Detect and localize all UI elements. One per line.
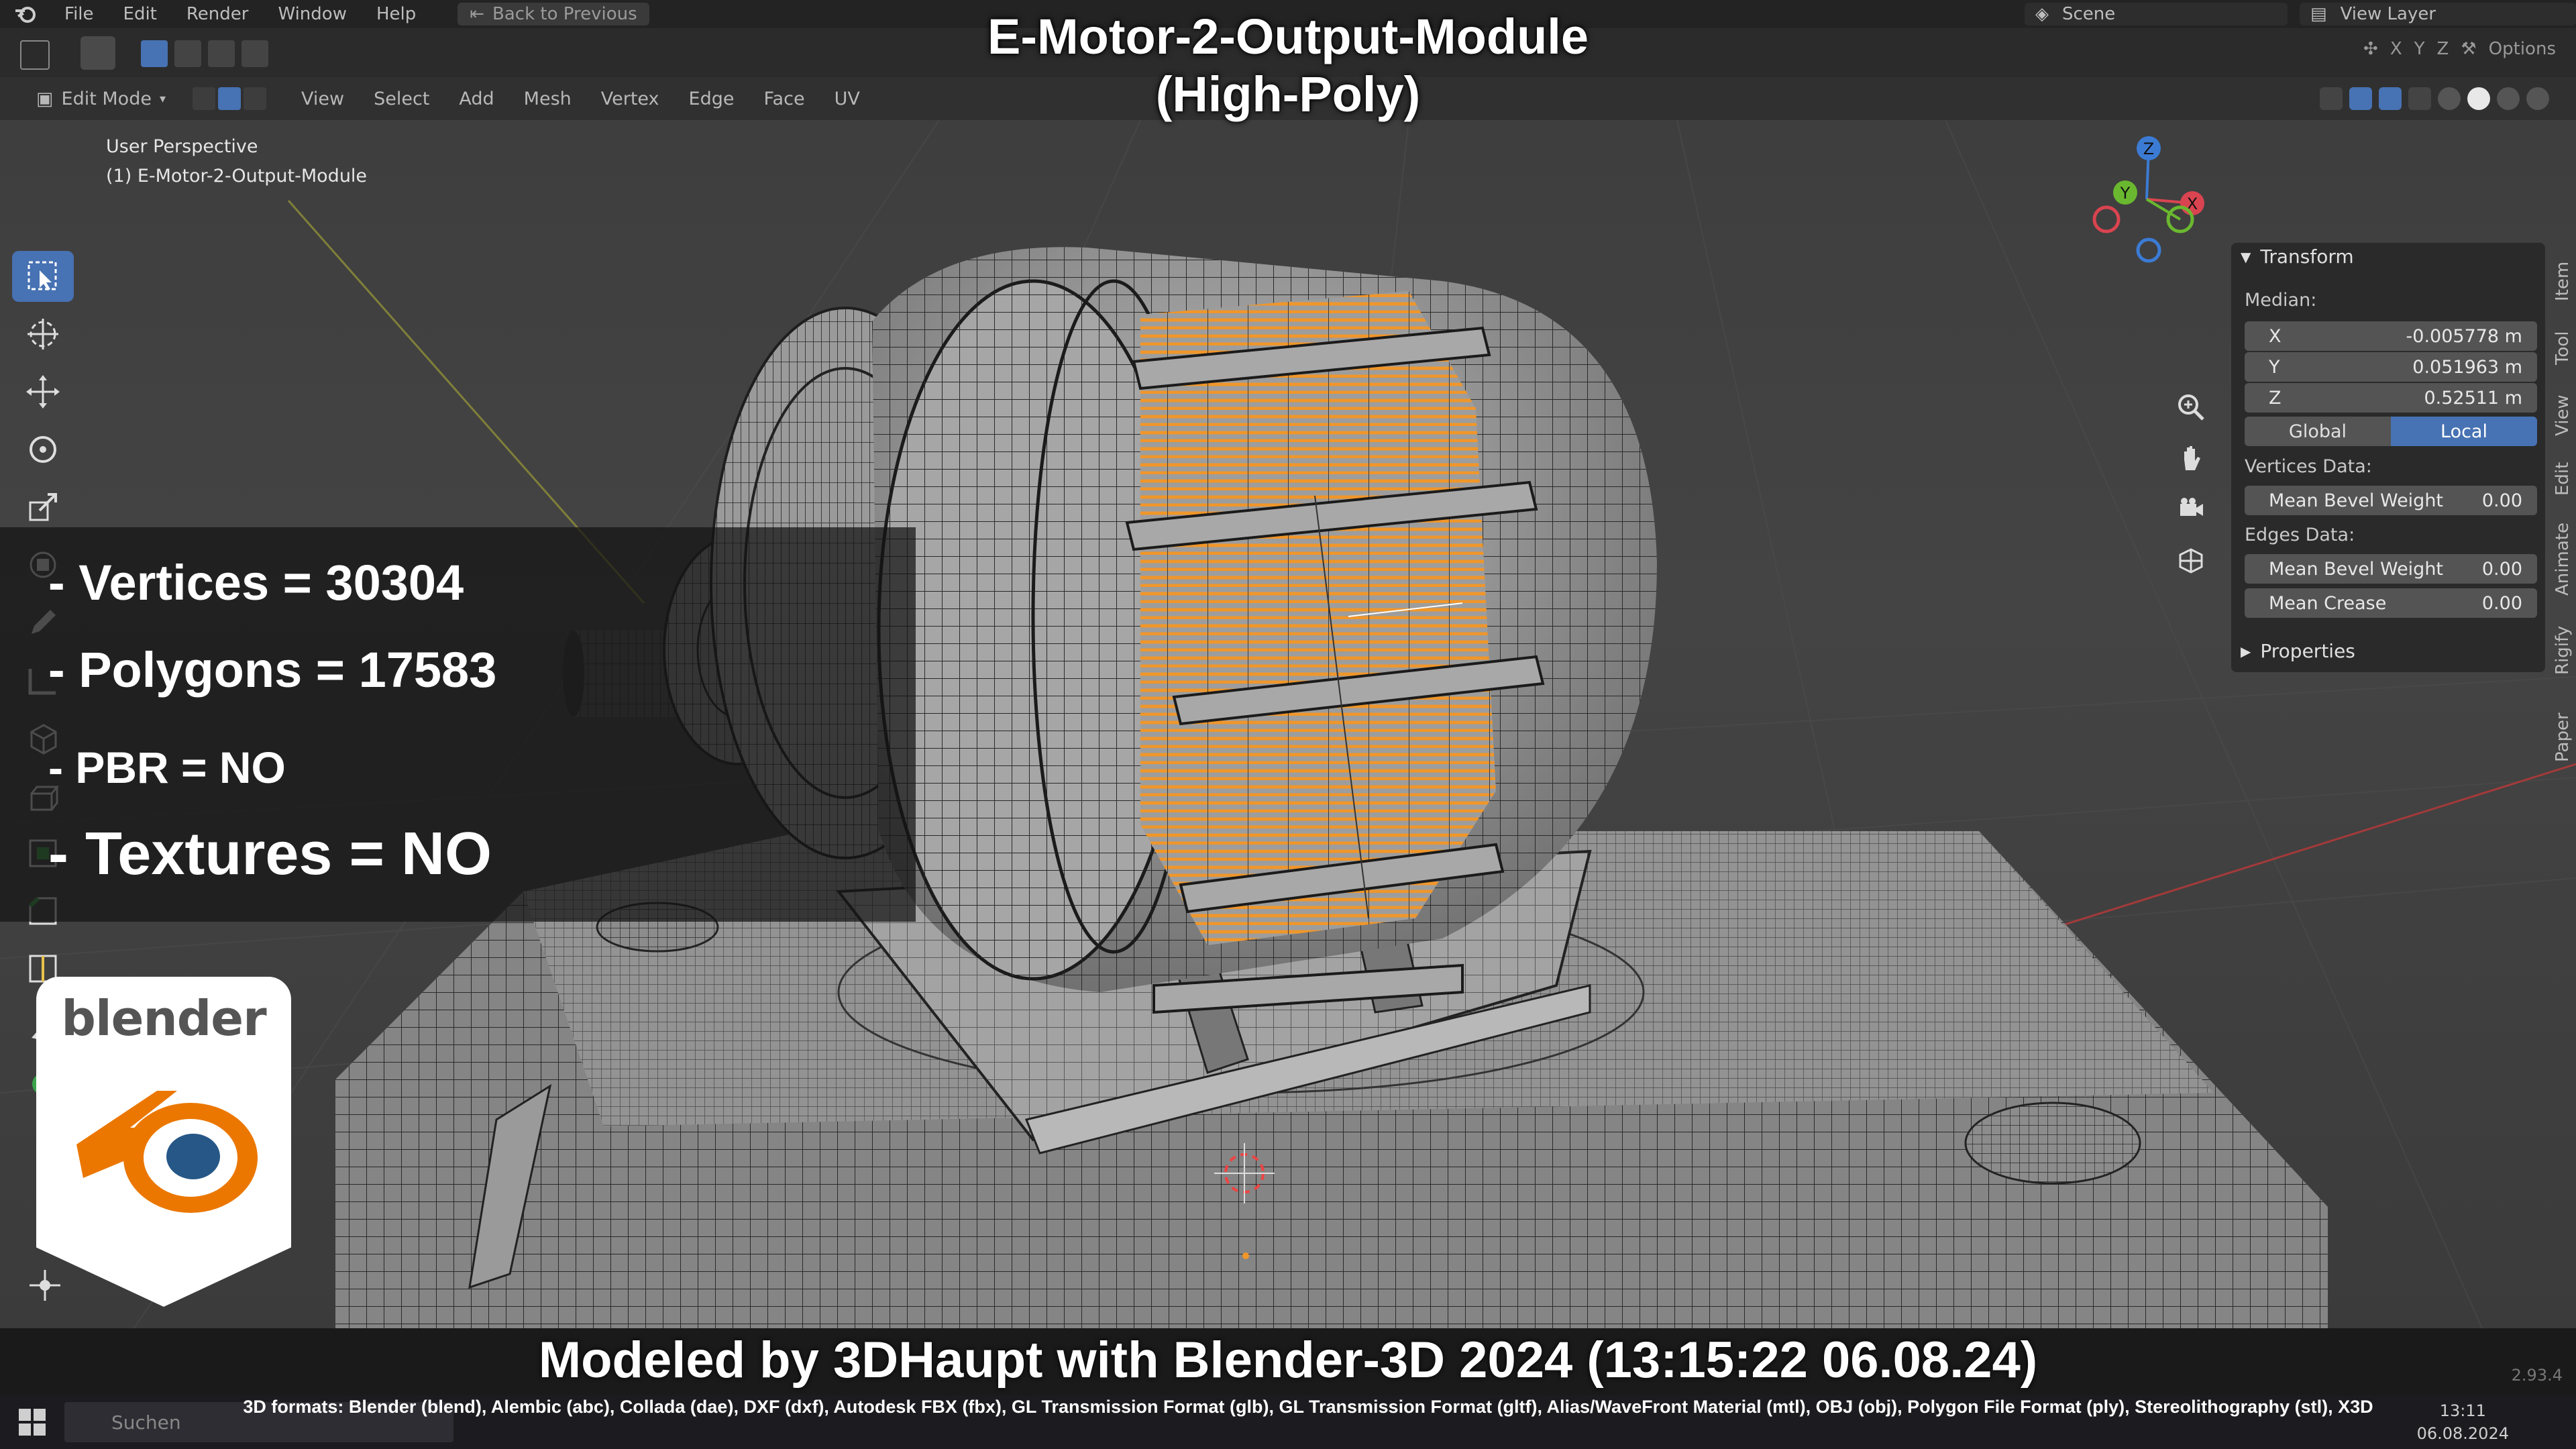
transform-section-header[interactable]: ▼ Transform xyxy=(2241,246,2354,268)
tab-view[interactable]: View xyxy=(2549,388,2576,442)
camera-icon[interactable] xyxy=(2172,494,2210,525)
tab-tool[interactable]: Tool xyxy=(2549,321,2576,375)
title-line-1: E-Motor-2-Output-Module xyxy=(987,9,1589,64)
navigation-gizmo[interactable]: Z X Y xyxy=(2080,132,2214,266)
tab-animate[interactable]: Animate xyxy=(2549,516,2576,603)
cursor-tool[interactable] xyxy=(12,309,74,360)
median-x-field[interactable]: X -0.005778 m xyxy=(2245,321,2537,351)
mesh-stats-overlay: - Vertices = 30304 - Polygons = 17583 - … xyxy=(0,527,916,922)
vertex-bevel-weight-field[interactable]: Mean Bevel Weight 0.00 xyxy=(2245,486,2537,515)
pan-hand-icon[interactable] xyxy=(2172,443,2210,474)
rotate-tool[interactable] xyxy=(12,424,74,475)
shrink-fatten-tool[interactable] xyxy=(27,1267,63,1306)
space-toggle: Global Local xyxy=(2245,417,2537,446)
blender-logo: blender xyxy=(36,977,291,1307)
perspective-label: User Perspective xyxy=(106,136,258,157)
polygons-stat: - Polygons = 17583 xyxy=(48,642,497,698)
blender-wordmark: blender xyxy=(61,990,266,1046)
select-box-icon xyxy=(28,261,57,290)
tab-edit[interactable]: Edit xyxy=(2549,455,2576,502)
move-tool[interactable] xyxy=(12,366,74,417)
median-label: Median: xyxy=(2245,290,2317,311)
formats-line: 3D formats: Blender (blend), Alembic (ab… xyxy=(243,1397,2373,1417)
blender-emblem-icon xyxy=(76,1091,258,1213)
pbr-stat: - PBR = NO xyxy=(48,743,286,792)
cursor-icon xyxy=(28,319,58,350)
median-z-field[interactable]: Z 0.52511 m xyxy=(2245,383,2537,413)
title-line-2: (High-Poly) xyxy=(1155,66,1421,122)
scale-icon xyxy=(29,493,57,521)
svg-text:Z: Z xyxy=(2143,140,2154,158)
svg-text:Y: Y xyxy=(2120,184,2131,203)
windows-start-icon[interactable] xyxy=(19,1409,46,1436)
ortho-grid-icon[interactable] xyxy=(2172,545,2210,576)
rotate-icon xyxy=(30,436,56,463)
active-object-label: (1) E-Motor-2-Output-Module xyxy=(106,166,368,186)
select-box-tool[interactable] xyxy=(12,251,74,302)
viewport-nav-buttons xyxy=(2172,392,2210,576)
vertices-data-label: Vertices Data: xyxy=(2245,456,2372,477)
properties-section-header[interactable]: ▶ Properties xyxy=(2241,640,2355,662)
tab-rigify[interactable]: Rigify xyxy=(2549,616,2576,684)
move-icon xyxy=(26,375,60,409)
textures-stat: - Textures = NO xyxy=(48,820,492,888)
global-button[interactable]: Global xyxy=(2245,417,2391,446)
viewport-info: User Perspective (1) E-Motor-2-Output-Mo… xyxy=(106,132,367,191)
blender-window: User Perspective (1) E-Motor-2-Output-Mo… xyxy=(0,0,2576,1449)
median-y-field[interactable]: Y 0.051963 m xyxy=(2245,352,2537,382)
video-title: E-Motor-2-Output-Module (High-Poly) xyxy=(0,8,2576,123)
edge-bevel-weight-field[interactable]: Mean Bevel Weight 0.00 xyxy=(2245,554,2537,584)
transform-title: Transform xyxy=(2260,246,2354,268)
scale-tool[interactable] xyxy=(12,482,74,533)
properties-title: Properties xyxy=(2260,640,2355,662)
tab-item[interactable]: Item xyxy=(2549,254,2576,308)
chevron-down-icon: ▼ xyxy=(2241,248,2251,265)
edges-data-label: Edges Data: xyxy=(2245,525,2355,545)
zoom-icon[interactable] xyxy=(2172,392,2210,423)
vertices-stat: - Vertices = 30304 xyxy=(48,555,464,610)
local-button[interactable]: Local xyxy=(2391,417,2537,446)
chevron-right-icon: ▶ xyxy=(2241,643,2251,659)
shrink-icon xyxy=(30,1270,60,1301)
mean-crease-field[interactable]: Mean Crease 0.00 xyxy=(2245,588,2537,618)
sidebar-item-panel: ▼ Transform Median: X -0.005778 m Y 0.0519… xyxy=(2231,243,2545,672)
credit-line: Modeled by 3DHaupt with Blender-3D 2024 … xyxy=(538,1332,2038,1389)
tab-paper[interactable]: Paper xyxy=(2549,704,2576,771)
